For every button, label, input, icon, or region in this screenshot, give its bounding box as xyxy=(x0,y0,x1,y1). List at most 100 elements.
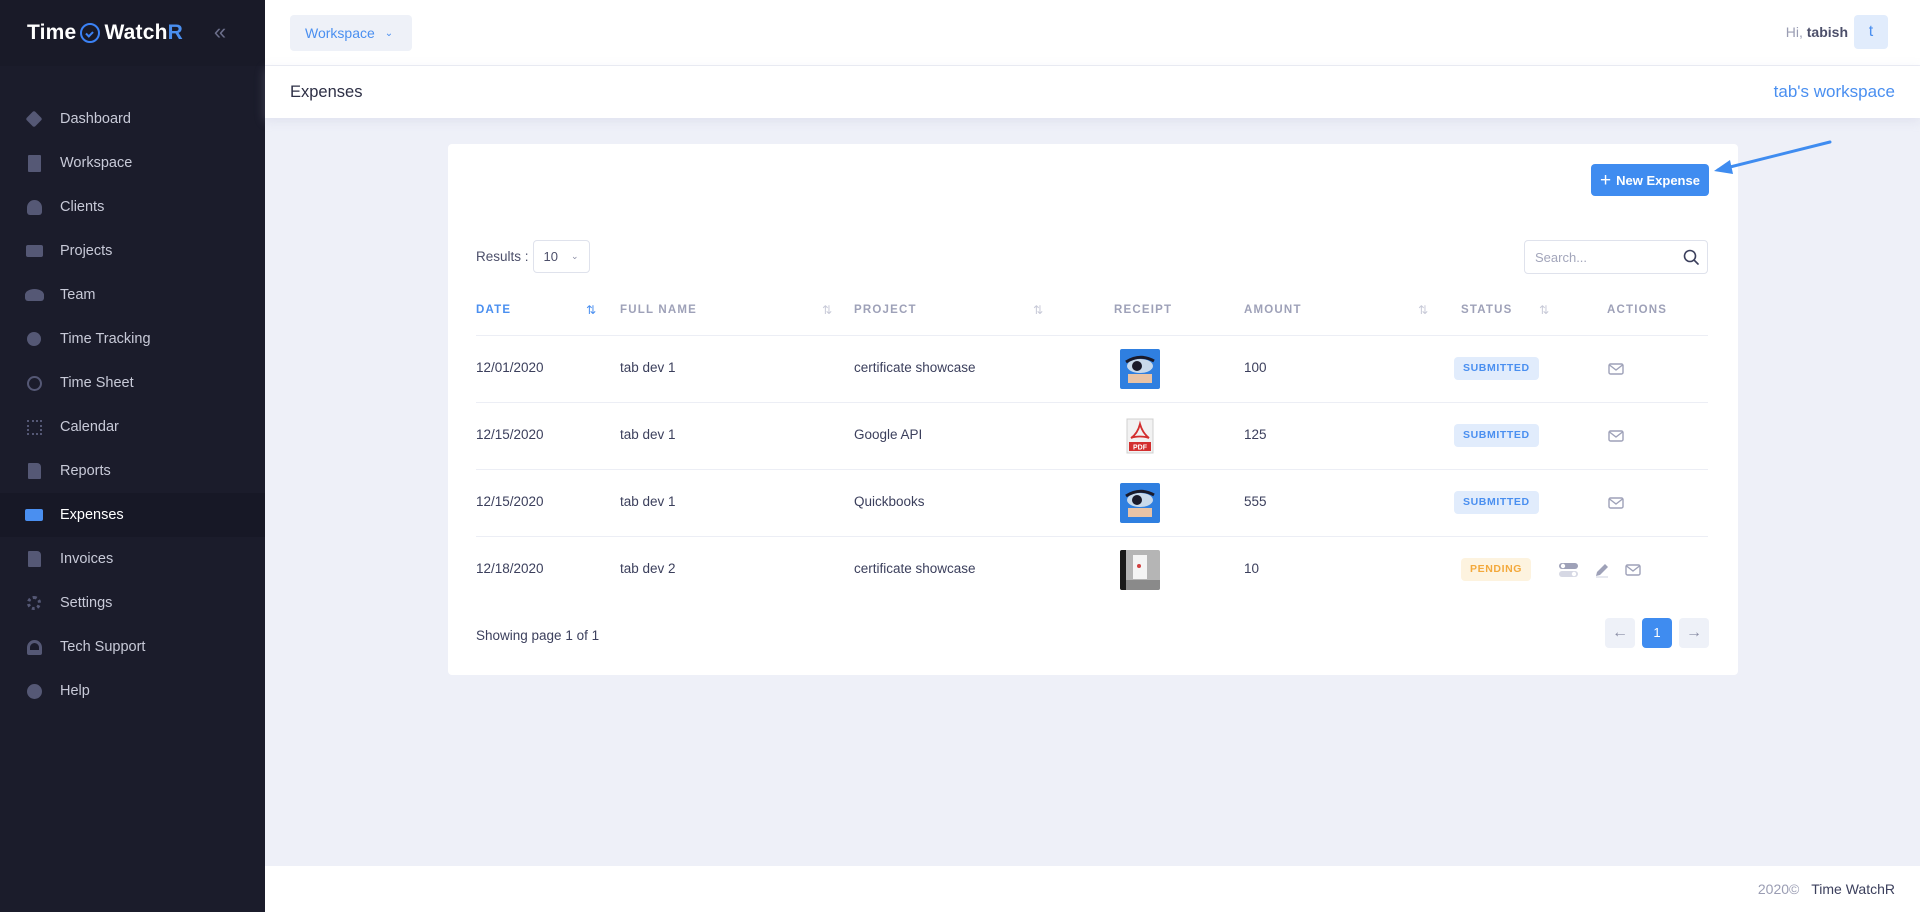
sidebar-item-tech-support[interactable]: Tech Support xyxy=(0,625,265,669)
brand-name-part1: Time xyxy=(27,21,77,44)
column-receipt: RECEIPT xyxy=(1114,304,1173,316)
sidebar-item-workspace[interactable]: Workspace xyxy=(0,141,265,185)
sort-icon[interactable]: ⇅ xyxy=(1539,303,1549,317)
new-expense-label: New Expense xyxy=(1616,172,1700,188)
cell-full-name: tab dev 1 xyxy=(620,360,676,375)
search-box xyxy=(1524,240,1708,274)
sidebar-item-label: Expenses xyxy=(60,507,124,523)
arrow-right-icon[interactable]: → xyxy=(1679,618,1709,648)
search-icon[interactable] xyxy=(1683,249,1699,265)
team-icon xyxy=(24,289,44,301)
pdf-file-icon[interactable]: PDF xyxy=(1120,416,1160,456)
workspace-dropdown-label: Workspace xyxy=(305,25,375,41)
toggle-icon[interactable] xyxy=(1558,561,1580,579)
cell-date: 12/15/2020 xyxy=(476,494,544,509)
page-button-current[interactable]: 1 xyxy=(1642,618,1672,648)
sidebar-item-time-sheet[interactable]: Time Sheet xyxy=(0,361,265,405)
sidebar-item-reports[interactable]: Reports xyxy=(0,449,265,493)
sidebar-item-label: Projects xyxy=(60,243,113,259)
sidebar-item-settings[interactable]: Settings xyxy=(0,581,265,625)
clock-icon xyxy=(26,375,42,391)
plus-icon: + xyxy=(1600,169,1612,191)
workspace-dropdown[interactable]: Workspace ⌄ xyxy=(290,15,412,51)
sidebar-item-label: Tech Support xyxy=(60,639,146,655)
cell-project: certificate showcase xyxy=(854,561,976,576)
sidebar-item-clients[interactable]: Clients xyxy=(0,185,265,229)
calendar-icon xyxy=(26,419,42,435)
cell-project: Quickbooks xyxy=(854,494,925,509)
column-project[interactable]: PROJECT xyxy=(854,304,917,316)
column-amount[interactable]: AMOUNT xyxy=(1244,304,1302,316)
stopwatch-icon xyxy=(27,332,41,346)
user-icon xyxy=(26,199,42,215)
headset-icon xyxy=(26,639,42,655)
avatar[interactable]: t xyxy=(1854,15,1888,49)
column-actions: ACTIONS xyxy=(1607,304,1668,316)
column-full-name[interactable]: FULL NAME xyxy=(620,304,697,316)
sidebar-nav: Dashboard Workspace Clients Projects Tea… xyxy=(0,66,265,713)
sidebar-item-expenses[interactable]: Expenses xyxy=(0,493,265,537)
status-badge: SUBMITTED xyxy=(1454,491,1539,514)
mail-icon[interactable] xyxy=(1607,494,1625,512)
double-chevron-left-icon[interactable]: « xyxy=(208,20,232,44)
user-greeting: Hi, tabish xyxy=(1786,24,1848,40)
sort-icon[interactable]: ⇅ xyxy=(822,303,832,317)
mail-icon[interactable] xyxy=(1607,360,1625,378)
brand-logo[interactable]: Time Watch R xyxy=(27,21,183,45)
receipt-image-thumbnail[interactable] xyxy=(1120,349,1160,389)
receipt-image-thumbnail[interactable] xyxy=(1120,483,1160,523)
building-icon xyxy=(27,154,41,172)
results-label: Results : xyxy=(476,249,529,264)
table-row: 12/15/2020 tab dev 1 Quickbooks 555 SUBM… xyxy=(476,470,1708,537)
sidebar-item-label: Time Tracking xyxy=(60,331,151,347)
status-badge: SUBMITTED xyxy=(1454,424,1539,447)
sidebar-item-projects[interactable]: Projects xyxy=(0,229,265,273)
table-row: 12/01/2020 tab dev 1 certificate showcas… xyxy=(476,336,1708,403)
cell-date: 12/18/2020 xyxy=(476,561,544,576)
receipt-image-thumbnail[interactable] xyxy=(1120,550,1160,590)
footer-copyright: 2020© Time WatchR xyxy=(1758,881,1895,897)
table-row: 12/15/2020 tab dev 1 Google API PDF 125 … xyxy=(476,403,1708,470)
cell-amount: 555 xyxy=(1244,494,1267,509)
results-value: 10 xyxy=(543,249,558,264)
page-title: Expenses xyxy=(290,83,363,101)
sort-icon[interactable]: ⇅ xyxy=(586,303,596,317)
sidebar-item-calendar[interactable]: Calendar xyxy=(0,405,265,449)
sidebar-item-invoices[interactable]: Invoices xyxy=(0,537,265,581)
sidebar-item-label: Team xyxy=(60,287,96,303)
column-status[interactable]: STATUS xyxy=(1461,304,1513,316)
gear-icon xyxy=(27,596,41,610)
sort-icon[interactable]: ⇅ xyxy=(1033,303,1043,317)
money-icon xyxy=(25,509,43,521)
sidebar-item-label: Calendar xyxy=(60,419,119,435)
workspace-name-link[interactable]: tab's workspace xyxy=(1774,82,1895,102)
results-select[interactable]: 10 ⌄ xyxy=(532,240,590,273)
table-header: DATE ⇅ FULL NAME ⇅ PROJECT ⇅ RECEIPT AMO… xyxy=(476,303,1708,336)
sidebar-item-time-tracking[interactable]: Time Tracking xyxy=(0,317,265,361)
sidebar-item-dashboard[interactable]: Dashboard xyxy=(0,97,265,141)
pencil-icon[interactable] xyxy=(1593,561,1611,579)
search-input[interactable] xyxy=(1525,241,1665,273)
cell-amount: 125 xyxy=(1244,427,1267,442)
brand: Time Watch R « xyxy=(0,0,265,66)
sidebar-item-team[interactable]: Team xyxy=(0,273,265,317)
mail-icon[interactable] xyxy=(1607,427,1625,445)
new-expense-button[interactable]: + New Expense xyxy=(1591,164,1709,196)
diamond-icon xyxy=(25,110,43,128)
brand-name-part2: Watch xyxy=(104,21,168,44)
sidebar-item-label: Workspace xyxy=(60,155,133,171)
footer-brand[interactable]: Time WatchR xyxy=(1811,881,1895,897)
sidebar-item-label: Reports xyxy=(60,463,111,479)
cell-project: certificate showcase xyxy=(854,360,976,375)
sidebar-item-label: Help xyxy=(60,683,90,699)
monitor-icon xyxy=(25,245,43,257)
status-badge: PENDING xyxy=(1461,558,1532,581)
mail-icon[interactable] xyxy=(1624,561,1642,579)
footer: 2020© Time WatchR xyxy=(265,866,1920,912)
cell-date: 12/01/2020 xyxy=(476,360,544,375)
sidebar-item-help[interactable]: Help xyxy=(0,669,265,713)
sort-icon[interactable]: ⇅ xyxy=(1418,303,1428,317)
column-date[interactable]: DATE xyxy=(476,304,511,316)
chevron-down-icon: ⌄ xyxy=(384,27,394,39)
arrow-left-icon[interactable]: ← xyxy=(1605,618,1635,648)
